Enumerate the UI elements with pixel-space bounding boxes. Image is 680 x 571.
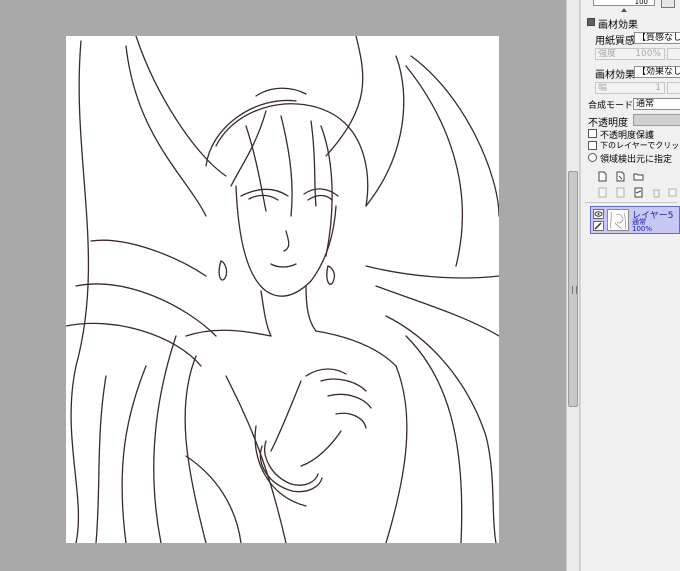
brush-effect-select[interactable]: 【効果なし】 (634, 66, 680, 78)
brush-effect-spin (667, 82, 680, 94)
selection-source-option[interactable]: 領域検出元に指定 (581, 152, 680, 165)
brush-effect-value: 【効果なし】 (637, 67, 680, 77)
new-layer-icon[interactable] (597, 171, 608, 182)
protect-opacity-checkbox[interactable] (588, 129, 597, 138)
clip-layer-checkbox[interactable] (588, 141, 597, 150)
paper-strength-right: 100% (635, 49, 661, 59)
protect-opacity-option[interactable]: 不透明度保護 (581, 128, 680, 141)
texture-section-title: 画材効果 (598, 20, 638, 31)
opacity-label: 不透明度 (588, 118, 628, 129)
layer-row[interactable]: レイヤー5 通常 100% (590, 206, 680, 234)
blend-mode-label: 合成モード (588, 101, 634, 111)
selection-source-radio[interactable] (588, 153, 597, 162)
paper-texture-value: 【質感なし】 (637, 33, 680, 43)
blend-mode-value: 通常 (636, 99, 655, 109)
layer-opacity: 100% (632, 225, 653, 233)
new-file-layer-icon[interactable] (615, 171, 626, 182)
paper-texture-label: 用紙質感 (595, 36, 635, 47)
top-slider-field[interactable]: 100 (593, 0, 655, 6)
brush-effect-left: 幅 (598, 83, 608, 93)
vertical-scrollbar[interactable] (566, 0, 580, 571)
collapse-icon[interactable] (587, 18, 595, 26)
layer-thumbnail (607, 209, 629, 231)
scrollbar-grip-icon (572, 286, 577, 294)
top-field-value: 100 (634, 0, 648, 6)
brush-effect-label: 画材効果 (595, 70, 635, 81)
properties-panel: 100 画材効果 用紙質感 【質感なし】 強度 100% 画材効果 【効果なし】… (580, 0, 680, 571)
paper-texture-select[interactable]: 【質感なし】 (634, 32, 680, 44)
paper-strength-spin (667, 48, 680, 60)
scrollbar-thumb[interactable] (568, 171, 578, 407)
top-options-button[interactable] (661, 0, 675, 8)
clip-layer-label: 下のレイヤーでクリッピング (600, 141, 680, 150)
slider-marker-icon (621, 8, 627, 12)
clip-layer-option[interactable]: 下のレイヤーでクリッピング (581, 140, 680, 152)
lineart-illustration (66, 36, 499, 543)
panel-divider (585, 202, 677, 203)
paper-strength-left: 強度 (598, 49, 617, 59)
merge-down-icon[interactable] (597, 187, 608, 198)
canvas-area[interactable] (0, 0, 566, 571)
merge-visible-icon[interactable] (615, 187, 626, 198)
brush-effect-right: 1 (655, 83, 661, 93)
texture-section-header[interactable]: 画材効果 (581, 16, 680, 31)
pen-icon[interactable] (593, 221, 604, 231)
drawing-canvas[interactable] (66, 36, 499, 543)
delete-icon[interactable] (651, 187, 662, 198)
layer-settings-icon[interactable] (633, 187, 644, 198)
brush-effect-width-field: 幅 1 (595, 82, 665, 94)
clear-layer-icon[interactable] (667, 187, 678, 198)
paper-strength-field: 強度 100% (595, 48, 665, 60)
selection-source-label: 領域検出元に指定 (600, 155, 673, 165)
blend-mode-select[interactable]: 通常 (633, 98, 680, 110)
eye-icon[interactable] (593, 209, 604, 219)
folder-icon[interactable] (633, 171, 644, 182)
opacity-slider[interactable] (633, 114, 680, 126)
